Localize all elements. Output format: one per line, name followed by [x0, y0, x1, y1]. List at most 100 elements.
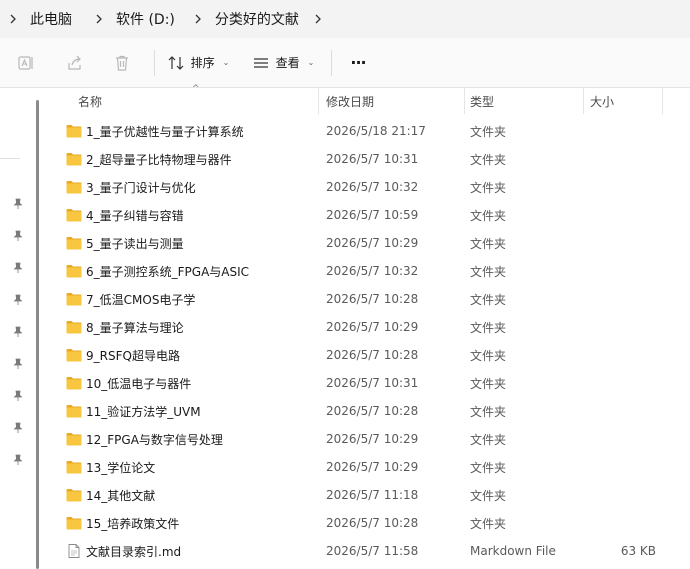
file-row[interactable]: 8_量子算法与理论 2026/5/7 10:29 文件夹 — [40, 313, 690, 341]
file-row[interactable]: 11_验证方法学_UVM 2026/5/7 10:28 文件夹 — [40, 397, 690, 425]
file-type: 文件夹 — [470, 320, 507, 335]
file-name: 6_量子测控系统_FPGA与ASIC — [86, 264, 250, 279]
file-name: 2_超导量子比特物理与器件 — [86, 152, 232, 167]
file-name: 12_FPGA与数字信号处理 — [86, 432, 223, 447]
pin-icon[interactable] — [12, 230, 24, 242]
chevron-right-icon[interactable] — [0, 0, 26, 38]
view-button[interactable]: 查看 ⌄ — [243, 46, 323, 80]
navigation-pane — [0, 88, 36, 569]
file-modified: 2026/5/7 10:31 — [326, 152, 419, 166]
file-row[interactable]: 5_量子读出与测量 2026/5/7 10:29 文件夹 — [40, 229, 690, 257]
pin-icon[interactable] — [12, 198, 24, 210]
file-name: 1_量子优越性与量子计算系统 — [86, 124, 244, 139]
file-row[interactable]: 12_FPGA与数字信号处理 2026/5/7 10:29 文件夹 — [40, 425, 690, 453]
command-bar: 排序 ⌄ 查看 ⌄ ··· — [0, 38, 690, 88]
trash-icon — [113, 54, 131, 72]
column-divider[interactable] — [318, 88, 319, 114]
rename-button[interactable] — [0, 46, 52, 80]
file-size — [580, 117, 656, 145]
sort-label: 排序 — [190, 56, 215, 70]
column-divider[interactable] — [583, 88, 584, 114]
file-row[interactable]: 3_量子门设计与优化 2026/5/7 10:32 文件夹 — [40, 173, 690, 201]
file-type: 文件夹 — [470, 516, 507, 531]
file-type: 文件夹 — [470, 488, 507, 503]
file-row[interactable]: 15_培养政策文件 2026/5/7 10:28 文件夹 — [40, 509, 690, 537]
file-type: 文件夹 — [470, 236, 507, 251]
file-modified: 2026/5/7 10:29 — [326, 432, 419, 446]
pin-icon[interactable] — [12, 294, 24, 306]
file-type: 文件夹 — [470, 264, 507, 279]
more-options-button[interactable]: ··· — [340, 46, 376, 80]
column-header-name[interactable]: 名称 — [78, 88, 102, 114]
file-name: 10_低温电子与器件 — [86, 376, 192, 391]
pin-icon[interactable] — [12, 262, 24, 274]
file-name: 文献目录索引.md — [86, 544, 182, 559]
file-row[interactable]: 10_低温电子与器件 2026/5/7 10:31 文件夹 — [40, 369, 690, 397]
share-button[interactable] — [52, 46, 98, 80]
file-name: 13_学位论文 — [86, 460, 156, 475]
file-size — [580, 145, 656, 173]
file-type: 文件夹 — [470, 152, 507, 167]
file-row[interactable]: 14_其他文献 2026/5/7 11:18 文件夹 — [40, 481, 690, 509]
view-list-icon — [252, 54, 270, 72]
file-row[interactable]: 2_超导量子比特物理与器件 2026/5/7 10:31 文件夹 — [40, 145, 690, 173]
sort-icon — [167, 54, 185, 72]
file-size — [580, 313, 656, 341]
file-type: 文件夹 — [470, 124, 507, 139]
chevron-right-icon[interactable] — [86, 0, 112, 38]
file-modified: 2026/5/7 10:28 — [326, 404, 419, 418]
file-modified: 2026/5/7 11:58 — [326, 544, 419, 558]
file-row[interactable]: 4_量子纠错与容错 2026/5/7 10:59 文件夹 — [40, 201, 690, 229]
file-name: 14_其他文献 — [86, 488, 156, 503]
file-name: 5_量子读出与测量 — [86, 236, 184, 251]
file-type: 文件夹 — [470, 432, 507, 447]
file-name: 9_RSFQ超导电路 — [86, 348, 180, 363]
column-header-size[interactable]: 大小 — [590, 88, 614, 114]
file-row[interactable]: 9_RSFQ超导电路 2026/5/7 10:28 文件夹 — [40, 341, 690, 369]
file-modified: 2026/5/7 10:29 — [326, 236, 419, 250]
file-row[interactable]: 7_低温CMOS电子学 2026/5/7 10:28 文件夹 — [40, 285, 690, 313]
column-divider[interactable] — [662, 88, 663, 114]
file-type: 文件夹 — [470, 348, 507, 363]
file-modified: 2026/5/7 10:28 — [326, 292, 419, 306]
file-name: 8_量子算法与理论 — [86, 320, 184, 335]
file-modified: 2026/5/18 21:17 — [326, 124, 426, 138]
view-label: 查看 — [275, 56, 300, 70]
file-modified: 2026/5/7 11:18 — [326, 488, 419, 502]
pin-icon[interactable] — [12, 326, 24, 338]
breadcrumb-this-pc[interactable]: 此电脑 — [26, 9, 76, 29]
pin-icon[interactable] — [12, 422, 24, 434]
chevron-right-icon[interactable] — [305, 0, 331, 38]
file-row[interactable]: 1_量子优越性与量子计算系统 2026/5/18 21:17 文件夹 — [40, 117, 690, 145]
breadcrumb-drive-d[interactable]: 软件 (D:) — [112, 9, 179, 29]
file-row[interactable]: 13_学位论文 2026/5/7 10:29 文件夹 — [40, 453, 690, 481]
file-modified: 2026/5/7 10:28 — [326, 516, 419, 530]
chevron-down-icon: ⌄ — [222, 58, 230, 67]
file-size — [580, 257, 656, 285]
pin-icon[interactable] — [12, 454, 24, 466]
delete-button[interactable] — [98, 46, 146, 80]
file-size — [580, 509, 656, 537]
column-header: 名称 修改日期 类型 大小 — [40, 88, 690, 114]
file-modified: 2026/5/7 10:29 — [326, 320, 419, 334]
sort-button[interactable]: 排序 ⌄ — [163, 46, 233, 80]
file-size — [580, 173, 656, 201]
share-icon — [66, 54, 84, 72]
file-name: 11_验证方法学_UVM — [86, 404, 201, 419]
column-header-modified[interactable]: 修改日期 — [326, 88, 374, 114]
pin-icon[interactable] — [12, 390, 24, 402]
address-bar: 此电脑 软件 (D:) 分类好的文献 — [0, 0, 690, 38]
file-size: 63 KB — [620, 544, 656, 558]
column-divider[interactable] — [464, 88, 465, 114]
file-size — [580, 397, 656, 425]
file-name: 4_量子纠错与容错 — [86, 208, 184, 223]
pin-icon[interactable] — [12, 358, 24, 370]
chevron-right-icon[interactable] — [185, 0, 211, 38]
file-size — [580, 341, 656, 369]
breadcrumb-current-folder[interactable]: 分类好的文献 — [211, 9, 303, 29]
file-row[interactable]: 文献目录索引.md 2026/5/7 11:58 Markdown File 63 K… — [40, 537, 690, 565]
column-header-type[interactable]: 类型 — [470, 88, 494, 114]
nav-scrollbar[interactable] — [36, 100, 39, 569]
file-row[interactable]: 6_量子测控系统_FPGA与ASIC 2026/5/7 10:32 文件夹 — [40, 257, 690, 285]
file-type: 文件夹 — [470, 404, 507, 419]
